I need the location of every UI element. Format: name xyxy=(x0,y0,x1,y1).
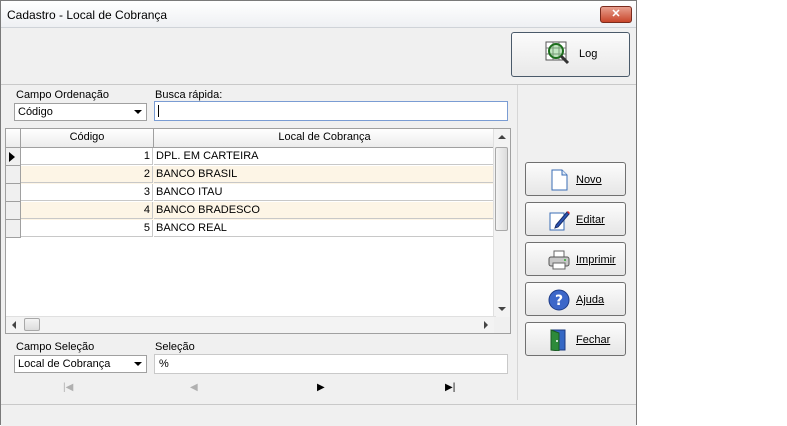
cell-location: BANCO REAL xyxy=(154,220,495,237)
quick-search-label: Busca rápida: xyxy=(155,89,223,101)
print-label: Imprimir xyxy=(576,254,616,266)
row-indicator xyxy=(6,148,21,166)
data-grid[interactable]: Código Local de Cobrança 1 DPL. EM CARTE… xyxy=(5,128,511,334)
horizontal-scroll-thumb[interactable] xyxy=(24,318,40,331)
selection-field-value: Local de Cobrança xyxy=(18,358,111,370)
row-indicator xyxy=(6,202,21,220)
new-document-icon xyxy=(551,169,568,191)
chevron-down-icon xyxy=(134,362,142,366)
sort-field-select[interactable]: Código xyxy=(14,103,147,121)
table-row[interactable]: 3 BANCO ITAU xyxy=(6,184,496,202)
scroll-right-icon[interactable] xyxy=(484,321,488,329)
column-header-code[interactable]: Código xyxy=(21,129,154,147)
scroll-left-icon[interactable] xyxy=(12,321,16,329)
scrollbar-corner xyxy=(494,317,510,333)
text-caret xyxy=(158,105,159,117)
table-row[interactable]: 4 BANCO BRADESCO xyxy=(6,202,496,220)
edit-pen-icon xyxy=(549,211,570,231)
printer-icon xyxy=(548,250,570,270)
horizontal-scrollbar[interactable] xyxy=(6,316,496,333)
quick-search-input[interactable] xyxy=(154,101,508,121)
grid-header: Código Local de Cobrança xyxy=(6,129,496,148)
selection-label: Seleção xyxy=(155,341,195,353)
cell-location: BANCO ITAU xyxy=(154,184,495,201)
new-label: Novo xyxy=(576,174,602,186)
close-form-button[interactable]: Fechar xyxy=(525,322,626,356)
print-button[interactable]: Imprimir xyxy=(525,242,626,276)
selection-input[interactable]: % xyxy=(154,354,508,374)
title-bar[interactable]: Cadastro - Local de Cobrança ✕ xyxy=(1,1,636,28)
new-button[interactable]: Novo xyxy=(525,162,626,196)
header-indicator-cell xyxy=(6,129,21,147)
magnifier-grid-icon xyxy=(545,41,570,65)
selection-field-label: Campo Seleção xyxy=(16,341,95,353)
nav-first-button[interactable]: |◀ xyxy=(63,382,73,393)
log-button[interactable]: Log xyxy=(511,32,630,77)
edit-button[interactable]: Editar xyxy=(525,202,626,236)
selection-field-select[interactable]: Local de Cobrança xyxy=(14,355,147,373)
cell-code: 2 xyxy=(21,166,153,183)
scroll-down-icon[interactable] xyxy=(498,307,506,311)
vertical-scrollbar[interactable] xyxy=(493,129,510,317)
nav-last-button[interactable]: ▶| xyxy=(445,382,455,393)
table-row[interactable]: 2 BANCO BRASIL xyxy=(6,166,496,184)
window-title: Cadastro - Local de Cobrança xyxy=(7,8,168,22)
table-row[interactable]: 5 BANCO REAL xyxy=(6,220,496,238)
close-form-label: Fechar xyxy=(576,334,611,346)
vertical-scroll-thumb[interactable] xyxy=(495,147,508,231)
scroll-up-icon[interactable] xyxy=(498,135,506,139)
log-label: Log xyxy=(579,48,598,60)
cell-code: 1 xyxy=(21,148,153,165)
toolbar-divider xyxy=(1,84,636,85)
chevron-down-icon xyxy=(134,110,142,114)
nav-prev-button[interactable]: ◀ xyxy=(190,382,198,393)
row-indicator xyxy=(6,166,21,184)
sort-field-value: Código xyxy=(18,106,53,118)
current-row-arrow-icon xyxy=(9,152,15,162)
cell-code: 5 xyxy=(21,220,153,237)
column-header-location[interactable]: Local de Cobrança xyxy=(154,129,495,147)
cell-code: 4 xyxy=(21,202,153,219)
svg-text:?: ? xyxy=(555,293,563,309)
main-window: Cadastro - Local de Cobrança ✕ Log Campo… xyxy=(0,0,637,426)
exit-door-icon xyxy=(550,329,566,351)
help-button[interactable]: ? Ajuda xyxy=(525,282,626,316)
sort-field-label: Campo Ordenação xyxy=(16,89,109,101)
help-icon: ? xyxy=(548,289,570,311)
cell-location: DPL. EM CARTEIRA xyxy=(154,148,495,165)
actions-divider xyxy=(517,85,518,400)
table-row[interactable]: 1 DPL. EM CARTEIRA xyxy=(6,148,496,166)
nav-next-button[interactable]: ▶ xyxy=(317,382,325,393)
help-label: Ajuda xyxy=(576,294,605,306)
cell-location: BANCO BRADESCO xyxy=(154,202,495,219)
cell-location: BANCO BRASIL xyxy=(154,166,495,183)
status-bar xyxy=(1,404,636,426)
close-icon: ✕ xyxy=(611,8,621,20)
cell-code: 3 xyxy=(21,184,153,201)
row-indicator xyxy=(6,184,21,202)
edit-label: Editar xyxy=(576,214,605,226)
row-indicator xyxy=(6,220,21,238)
close-button[interactable]: ✕ xyxy=(600,6,632,23)
selection-value: % xyxy=(159,358,169,370)
